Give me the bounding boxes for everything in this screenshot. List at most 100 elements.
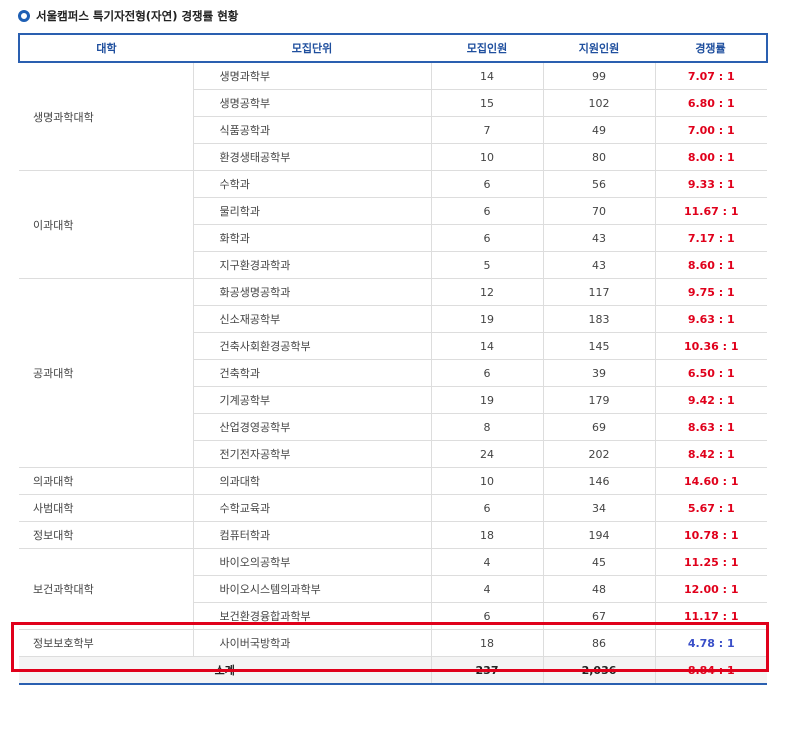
unit-cell: 의과대학: [192, 467, 432, 495]
header-quota: 모집인원: [431, 33, 543, 63]
quota-cell: 19: [430, 386, 544, 414]
unit-cell: 화학과: [193, 224, 432, 252]
unit-cell: 신소재공학부: [193, 305, 432, 333]
college-cell: 생명과학대학: [19, 61, 194, 171]
quota-cell: 6: [430, 197, 544, 225]
college-cell: 사범대학: [19, 494, 194, 522]
unit-cell: 환경생태공학부: [193, 143, 432, 171]
quota-cell: 5: [430, 251, 544, 279]
quota-cell: 4: [430, 548, 544, 576]
quota-cell: 7: [430, 116, 544, 144]
total-ratio: 8.84 : 1: [654, 656, 767, 685]
ratio-cell: 4.78 : 1: [654, 629, 767, 657]
quota-cell: 6: [430, 359, 544, 387]
applicants-cell: 34: [542, 494, 656, 522]
section-title-text: 서울캠퍼스 특기자전형(자연) 경쟁률 현황: [36, 9, 239, 23]
applicants-cell: 39: [542, 359, 656, 387]
applicants-cell: 45: [542, 548, 656, 576]
quota-cell: 24: [430, 440, 544, 468]
table-row: 이과대학 수학과 6 56 9.33 : 1: [19, 170, 767, 279]
college-cell: 정보보호학부: [19, 629, 194, 657]
applicants-cell: 43: [542, 224, 656, 252]
quota-cell: 14: [430, 61, 544, 90]
ratio-cell: 10.36 : 1: [654, 332, 767, 360]
applicants-cell: 80: [542, 143, 656, 171]
ratio-cell: 9.42 : 1: [654, 386, 767, 414]
table-row: 의과대학 의과대학 10 146 14.60 : 1: [19, 467, 767, 495]
applicants-cell: 48: [542, 575, 656, 603]
ratio-cell: 9.33 : 1: [654, 170, 767, 198]
unit-cell: 보건환경융합과학부: [193, 602, 432, 630]
header-unit: 모집단위: [193, 33, 431, 63]
quota-cell: 10: [430, 467, 544, 495]
college-cell: 정보대학: [19, 521, 194, 549]
applicants-cell: 43: [542, 251, 656, 279]
applicants-cell: 146: [542, 467, 656, 495]
unit-cell: 지구환경과학과: [193, 251, 432, 279]
applicants-cell: 67: [542, 602, 656, 630]
header-applicants: 지원인원: [543, 33, 655, 63]
quota-cell: 18: [430, 521, 544, 549]
unit-cell: 바이오시스템의과학부: [193, 575, 432, 603]
ratio-cell: 8.60 : 1: [654, 251, 767, 279]
applicants-cell: 70: [542, 197, 656, 225]
quota-cell: 10: [430, 143, 544, 171]
unit-cell: 건축사회환경공학부: [193, 332, 432, 360]
unit-cell: 식품공학과: [193, 116, 432, 144]
quota-cell: 6: [430, 494, 544, 522]
total-row: 소계 237 2,036 8.84 : 1: [19, 656, 767, 685]
applicants-cell: 194: [542, 521, 656, 549]
unit-cell: 컴퓨터학과: [192, 521, 432, 549]
applicants-cell: 49: [542, 116, 656, 144]
total-label: 소계: [19, 656, 432, 685]
unit-cell: 수학과: [192, 170, 432, 198]
table-row: 보건과학대학 바이오의공학부 4 45 11.25 : 1: [19, 548, 767, 630]
ratio-cell: 7.07 : 1: [654, 61, 767, 90]
college-cell: 의과대학: [19, 467, 194, 495]
applicants-cell: 69: [542, 413, 656, 441]
quota-cell: 19: [430, 305, 544, 333]
unit-cell: 수학교육과: [192, 494, 432, 522]
ratio-cell: 11.67 : 1: [654, 197, 767, 225]
table-header-row: 대학 모집단위 모집인원 지원인원 경쟁률: [18, 33, 768, 63]
ratio-cell: 6.80 : 1: [654, 89, 767, 117]
ratio-cell: 12.00 : 1: [654, 575, 767, 603]
applicants-cell: 102: [542, 89, 656, 117]
applicants-cell: 179: [542, 386, 656, 414]
circle-bullet-icon: [18, 10, 30, 22]
ratio-cell: 8.42 : 1: [654, 440, 767, 468]
unit-cell: 화공생명공학과: [192, 278, 432, 306]
total-quota: 237: [430, 656, 544, 685]
applicants-cell: 183: [542, 305, 656, 333]
unit-cell: 물리학과: [193, 197, 432, 225]
ratio-cell: 11.25 : 1: [654, 548, 767, 576]
header-ratio: 경쟁률: [655, 33, 768, 63]
ratio-cell: 9.75 : 1: [654, 278, 767, 306]
ratio-cell: 7.17 : 1: [654, 224, 767, 252]
quota-cell: 18: [430, 629, 544, 657]
header-college: 대학: [18, 33, 193, 63]
quota-cell: 12: [430, 278, 544, 306]
table-row: 생명과학대학 생명과학부 14 99 7.07 : 1: [19, 61, 767, 171]
quota-cell: 15: [430, 89, 544, 117]
total-applicants: 2,036: [542, 656, 656, 685]
ratio-cell: 8.00 : 1: [654, 143, 767, 171]
ratio-cell: 11.17 : 1: [654, 602, 767, 630]
unit-cell: 산업경영공학부: [193, 413, 432, 441]
applicants-cell: 202: [542, 440, 656, 468]
college-cell: 보건과학대학: [19, 548, 194, 630]
unit-cell: 전기전자공학부: [193, 440, 432, 468]
applicants-cell: 86: [542, 629, 656, 657]
quota-cell: 14: [430, 332, 544, 360]
section-title: 서울캠퍼스 특기자전형(자연) 경쟁률 현황: [18, 8, 238, 24]
quota-cell: 6: [430, 602, 544, 630]
college-cell: 이과대학: [19, 170, 194, 279]
ratio-cell: 10.78 : 1: [654, 521, 767, 549]
table-row: 정보대학 컴퓨터학과 18 194 10.78 : 1: [19, 521, 767, 549]
ratio-cell: 9.63 : 1: [654, 305, 767, 333]
unit-cell: 기계공학부: [193, 386, 432, 414]
quota-cell: 6: [430, 224, 544, 252]
quota-cell: 6: [430, 170, 544, 198]
ratio-cell: 14.60 : 1: [654, 467, 767, 495]
unit-cell: 건축학과: [193, 359, 432, 387]
